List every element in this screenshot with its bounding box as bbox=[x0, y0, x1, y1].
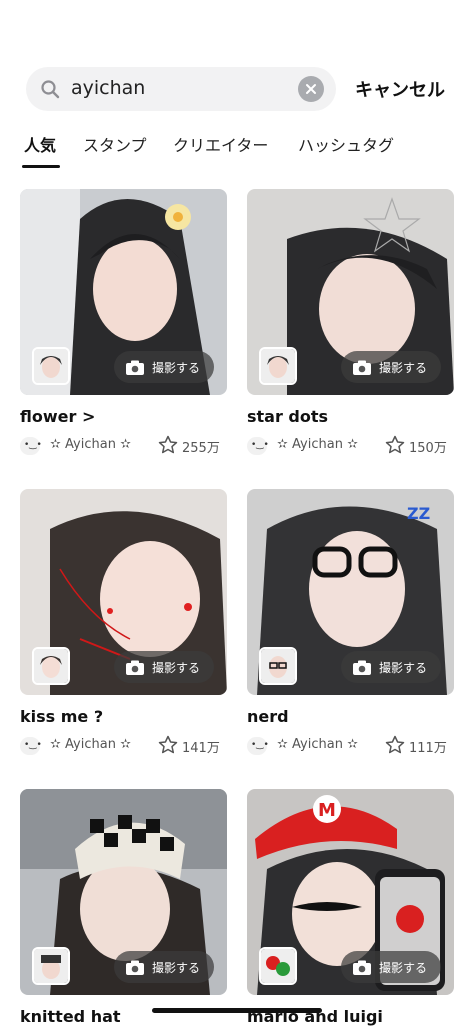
camera-icon bbox=[353, 360, 371, 375]
capture-button[interactable]: 撮影する bbox=[114, 651, 214, 683]
author-name[interactable]: ✫ Ayichan ✫ bbox=[50, 437, 131, 452]
svg-text:ZZ: ZZ bbox=[407, 504, 430, 523]
author-name[interactable]: ✫ Ayichan ✫ bbox=[277, 737, 358, 752]
effect-meta: •‿• ✫ Ayichan ✫ 255万 bbox=[20, 435, 230, 457]
star-icon[interactable] bbox=[158, 435, 178, 455]
capture-button[interactable]: 撮影する bbox=[341, 951, 441, 983]
capture-label: 撮影する bbox=[152, 660, 201, 675]
tab-bar: 人気 スタンプ クリエイター ハッシュタグ bbox=[22, 132, 462, 172]
author-avatar: •‿• bbox=[20, 437, 42, 455]
capture-label: 撮影する bbox=[379, 960, 428, 975]
favorite-count: 141万 bbox=[182, 741, 220, 756]
search-row: ayichan キャンセル bbox=[26, 67, 466, 111]
tab-hashtags[interactable]: ハッシュタグ bbox=[298, 132, 394, 156]
author-avatar: •‿• bbox=[20, 737, 42, 755]
capture-label: 撮影する bbox=[152, 360, 201, 375]
effect-title[interactable]: flower > bbox=[20, 407, 95, 426]
search-box[interactable]: ayichan bbox=[26, 67, 336, 111]
favorite-count: 111万 bbox=[409, 741, 447, 756]
creator-avatar bbox=[32, 647, 70, 685]
star-icon[interactable] bbox=[385, 735, 405, 755]
capture-label: 撮影する bbox=[379, 360, 428, 375]
home-indicator[interactable] bbox=[152, 1008, 322, 1013]
search-input[interactable]: ayichan bbox=[71, 77, 145, 99]
author-name[interactable]: ✫ Ayichan ✫ bbox=[50, 737, 131, 752]
creator-avatar bbox=[32, 947, 70, 985]
creator-avatar bbox=[259, 347, 297, 385]
svg-text:M: M bbox=[318, 800, 336, 821]
clear-search-button[interactable] bbox=[298, 76, 324, 102]
author-avatar: •‿• bbox=[247, 437, 269, 455]
capture-button[interactable]: 撮影する bbox=[114, 351, 214, 383]
effect-meta: •‿• ✫ Ayichan ✫ 111万 bbox=[247, 735, 457, 757]
creator-avatar bbox=[259, 947, 297, 985]
effect-meta: •‿• ✫ Ayichan ✫ 150万 bbox=[247, 435, 457, 457]
favorite-count: 150万 bbox=[409, 441, 447, 456]
tab-popular[interactable]: 人気 bbox=[24, 132, 56, 156]
camera-icon bbox=[126, 660, 144, 675]
camera-icon bbox=[353, 660, 371, 675]
close-icon bbox=[306, 84, 316, 94]
creator-avatar bbox=[259, 647, 297, 685]
star-icon[interactable] bbox=[158, 735, 178, 755]
cancel-button[interactable]: キャンセル bbox=[355, 76, 445, 102]
creator-avatar bbox=[32, 347, 70, 385]
author-avatar: •‿• bbox=[247, 737, 269, 755]
capture-label: 撮影する bbox=[379, 660, 428, 675]
effect-meta: •‿• ✫ Ayichan ✫ 141万 bbox=[20, 735, 230, 757]
search-icon bbox=[41, 80, 60, 99]
capture-button[interactable]: 撮影する bbox=[341, 651, 441, 683]
tab-creators[interactable]: クリエイター bbox=[173, 132, 268, 156]
camera-icon bbox=[126, 960, 144, 975]
effect-title[interactable]: kiss me ? bbox=[20, 707, 103, 726]
capture-button[interactable]: 撮影する bbox=[341, 351, 441, 383]
tab-stamps[interactable]: スタンプ bbox=[83, 132, 147, 156]
favorite-count: 255万 bbox=[182, 441, 220, 456]
camera-icon bbox=[126, 360, 144, 375]
star-icon[interactable] bbox=[385, 435, 405, 455]
active-tab-indicator bbox=[22, 165, 60, 168]
author-name[interactable]: ✫ Ayichan ✫ bbox=[277, 437, 358, 452]
capture-button[interactable]: 撮影する bbox=[114, 951, 214, 983]
effect-title[interactable]: knitted hat bbox=[20, 1007, 121, 1026]
effect-title[interactable]: nerd bbox=[247, 707, 289, 726]
camera-icon bbox=[353, 960, 371, 975]
effect-title[interactable]: star dots bbox=[247, 407, 328, 426]
capture-label: 撮影する bbox=[152, 960, 201, 975]
